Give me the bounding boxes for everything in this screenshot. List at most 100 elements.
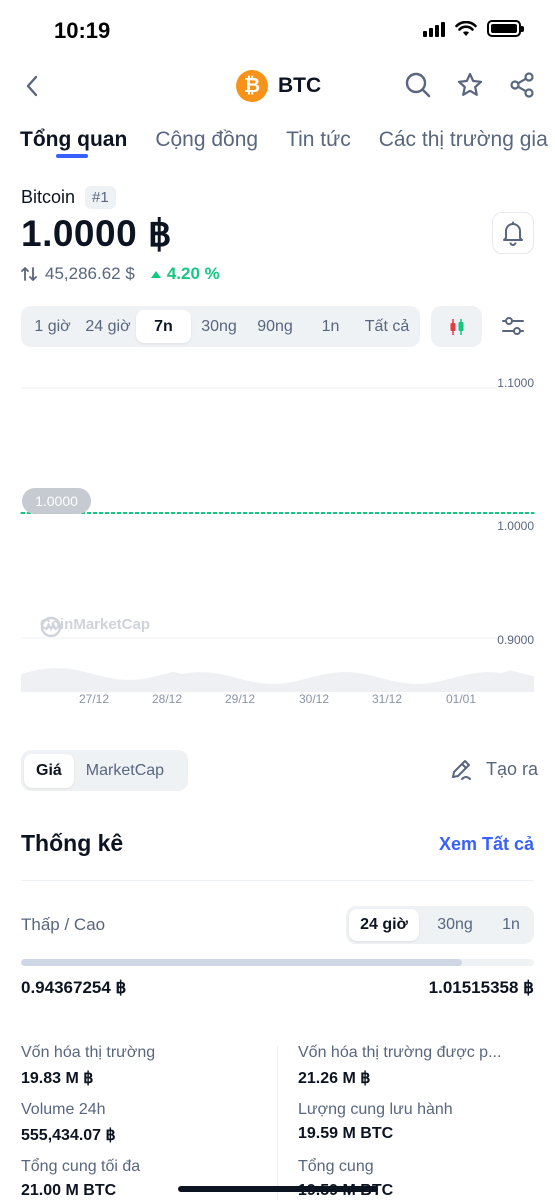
column-divider <box>277 1046 278 1200</box>
metric-marketcap-tab[interactable]: MarketCap <box>74 754 176 788</box>
x-axis-date: 28/12 <box>151 692 183 706</box>
range-30d[interactable]: 30ng <box>419 909 491 941</box>
section-tabs: Tổng quan Cộng đồng Tin tức Các thị trường … <box>20 128 555 172</box>
price-alert-button[interactable] <box>492 212 534 254</box>
timeframe-90d[interactable]: 90ng <box>247 310 303 343</box>
low-high-label: Thấp / Cao <box>21 915 106 934</box>
create-drawing-label: Tạo ra <box>486 758 539 779</box>
tab-community[interactable]: Cộng đồng <box>155 128 258 162</box>
price-point <box>122 512 125 514</box>
usd-price: 45,286.62 $ <box>45 264 135 283</box>
stat-label: Tổng cung tối đa <box>21 1158 141 1175</box>
stat-item[interactable]: Tổng cung tối đa 21.00 M BTC <box>21 1158 261 1200</box>
low-high-progress-bar <box>21 959 534 966</box>
swap-arrows-icon[interactable] <box>21 266 37 282</box>
timeframe-selector: 1 giờ 24 giờ 7n 30ng 90ng 1n Tất cả <box>21 306 420 347</box>
stats-title: Thống kê <box>21 830 124 856</box>
sliders-icon <box>502 317 524 335</box>
status-time: 10:19 <box>54 18 111 43</box>
coinmarketcap-logo-icon <box>40 616 62 638</box>
stat-value: 555,434.07 ฿ <box>21 1127 116 1144</box>
high-value: 1.01515358 ฿ <box>428 978 534 997</box>
range-1y[interactable]: 1n <box>491 909 531 941</box>
chevron-left-icon <box>26 75 38 97</box>
stat-label: Volume 24h <box>21 1101 106 1118</box>
tab-overview[interactable]: Tổng quan <box>20 128 127 162</box>
y-axis-label-top: 1.1000 <box>497 376 534 390</box>
back-button[interactable] <box>16 70 48 102</box>
low-value: 0.94367254 ฿ <box>21 978 127 997</box>
nav-header: ₿ BTC <box>0 62 555 110</box>
chart-metric-toggle: Giá MarketCap <box>21 750 188 791</box>
timeframe-1h[interactable]: 1 giờ <box>25 310 80 343</box>
stat-value: 19.83 M ฿ <box>21 1070 94 1087</box>
current-price-pill: 1.0000 <box>22 488 91 514</box>
home-indicator <box>178 1186 378 1192</box>
nav-actions <box>403 70 537 100</box>
stat-item[interactable]: Vốn hóa thị trường 19.83 M ฿ <box>21 1044 261 1088</box>
stat-item[interactable]: Vốn hóa thị trường được p... 21.26 M ฿ <box>298 1044 538 1088</box>
current-price: 1.0000 ฿ <box>21 213 172 254</box>
see-all-link[interactable]: Xem Tất cả <box>439 834 534 855</box>
coinmarketcap-watermark: CoinMarketCap <box>40 616 150 638</box>
x-axis-date: 30/12 <box>298 692 330 706</box>
candlestick-icon <box>450 318 463 335</box>
stat-value: 21.26 M ฿ <box>298 1070 371 1087</box>
coin-symbol: BTC <box>278 74 322 97</box>
create-drawing-button[interactable]: Tạo ra <box>448 756 538 782</box>
volume-area <box>21 668 534 692</box>
stat-label: Vốn hóa thị trường được p... <box>298 1044 502 1061</box>
timeframe-1y[interactable]: 1n <box>303 310 358 343</box>
caret-up-icon <box>150 270 161 278</box>
stat-item[interactable]: Volume 24h 555,434.07 ฿ <box>21 1101 261 1145</box>
timeframe-7d[interactable]: 7n <box>136 310 191 343</box>
x-axis-date: 27/12 <box>78 692 110 706</box>
candlestick-toggle-button[interactable] <box>431 306 482 347</box>
tab-markets[interactable]: Các thị trường gia <box>379 128 548 162</box>
range-24h[interactable]: 24 giờ <box>349 909 419 941</box>
stat-label: Tổng cung <box>298 1158 374 1175</box>
stat-item[interactable]: Tổng cung 19.59 M BTC <box>298 1158 538 1200</box>
tab-news[interactable]: Tin tức <box>286 128 351 162</box>
stat-label: Lượng cung lưu hành <box>298 1101 453 1118</box>
cellular-signal-icon <box>423 21 445 37</box>
watchlist-star-button[interactable] <box>455 70 485 100</box>
coin-title: ₿ BTC <box>236 70 321 102</box>
price-point <box>328 512 330 514</box>
y-axis-label-bottom: 0.9000 <box>497 633 534 647</box>
stat-value: 19.59 M BTC <box>298 1125 394 1142</box>
x-axis-date: 01/01 <box>445 692 477 706</box>
share-button[interactable] <box>507 70 537 100</box>
price-point <box>20 512 22 514</box>
search-button[interactable] <box>403 70 433 100</box>
coin-name-row: Bitcoin #1 <box>21 186 116 209</box>
search-icon <box>405 72 431 98</box>
share-icon <box>510 72 534 98</box>
low-high-progress-fill <box>21 959 463 966</box>
x-axis-date: 31/12 <box>371 692 403 706</box>
timeframe-24h[interactable]: 24 giờ <box>80 310 136 343</box>
bell-icon <box>503 221 523 246</box>
coin-name: Bitcoin <box>21 187 76 207</box>
section-divider <box>21 880 534 881</box>
stat-label: Vốn hóa thị trường <box>21 1044 156 1061</box>
metric-price-tab[interactable]: Giá <box>24 753 74 788</box>
price-change-value: 4.20 % <box>166 264 220 283</box>
price-change: 4.20 % <box>150 264 220 284</box>
y-axis-label-mid: 1.0000 <box>497 519 534 533</box>
x-axis-date: 29/12 <box>224 692 256 706</box>
battery-icon <box>487 20 524 37</box>
price-point <box>430 512 433 514</box>
timeframe-all[interactable]: Tất cả <box>358 310 416 343</box>
price-point <box>225 512 227 514</box>
chart-settings-button[interactable] <box>497 310 529 342</box>
low-high-range-selector: 24 giờ 30ng 1n <box>346 906 534 944</box>
price-point <box>533 512 535 514</box>
timeframe-30d[interactable]: 30ng <box>191 310 247 343</box>
price-chart[interactable]: 1.1000 1.0000 0.9000 1.0000 CoinMarketCa… <box>0 370 555 710</box>
wifi-icon <box>455 20 477 36</box>
star-icon <box>457 72 483 96</box>
pencil-draw-icon <box>452 760 471 780</box>
stat-item[interactable]: Lượng cung lưu hành 19.59 M BTC <box>298 1101 538 1143</box>
stats-grid: Vốn hóa thị trường 19.83 M ฿ Vốn hóa thị… <box>21 1040 534 1200</box>
